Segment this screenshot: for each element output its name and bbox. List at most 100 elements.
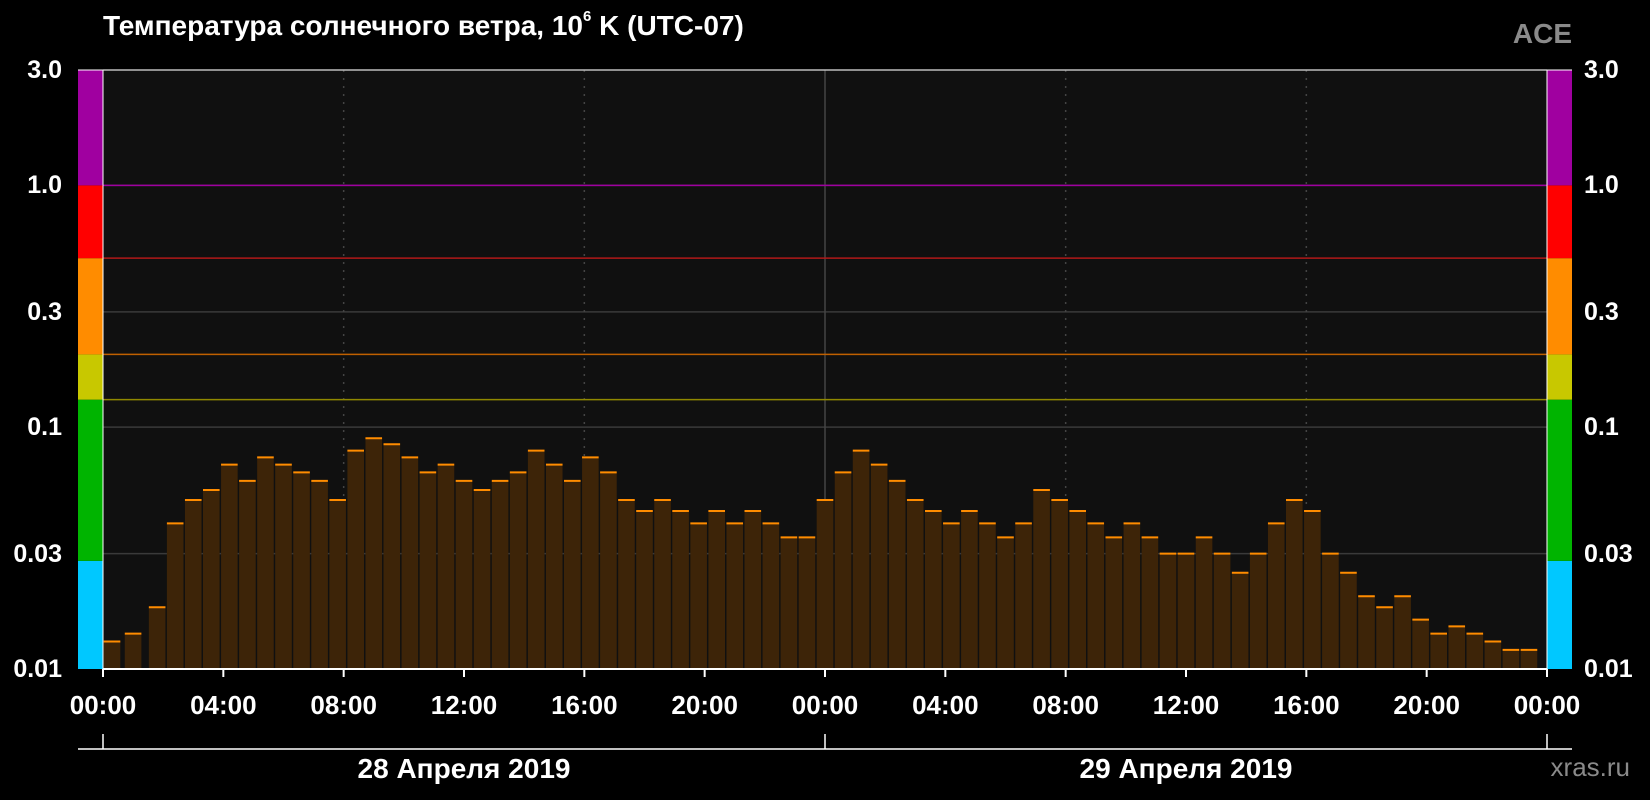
temperature-bar (401, 457, 419, 669)
temperature-bar (780, 537, 798, 669)
temperature-bar (1087, 523, 1105, 669)
temperature-bar (1502, 649, 1520, 669)
y-tick-label-right: 0.01 (1584, 655, 1633, 683)
temperature-bar (961, 511, 978, 669)
temperature-bar (383, 444, 401, 669)
scale-band-left (78, 70, 103, 186)
temperature-bar (1249, 553, 1267, 669)
temperature-bar (1394, 596, 1411, 669)
temperature-bar (455, 480, 473, 669)
y-tick-label-left: 0.03 (13, 539, 62, 568)
temperature-bar (563, 480, 581, 669)
temperature-bar (1358, 596, 1375, 669)
scale-band-right (1547, 70, 1572, 186)
y-tick-label-right: 1.0 (1584, 171, 1619, 200)
temperature-bar (1376, 607, 1393, 669)
temperature-bar (293, 472, 310, 669)
temperature-bar (618, 499, 635, 669)
temperature-bar (1015, 523, 1032, 669)
scale-band-right (1547, 258, 1572, 355)
temperature-bar (979, 523, 996, 669)
temperature-bar (726, 523, 744, 669)
date-label: 29 Апреля 2019 (1079, 753, 1293, 784)
chart-title: Температура солнечного ветра, 106 K (UTC… (103, 7, 744, 42)
temperature-bar (148, 607, 166, 669)
temperature-bar (1484, 641, 1502, 669)
x-tick-label: 12:00 (1152, 690, 1220, 720)
temperature-bar (419, 472, 437, 669)
temperature-bar (888, 480, 906, 669)
scale-band-left (78, 399, 103, 561)
scale-band-right (1547, 399, 1572, 561)
temperature-bar (582, 457, 599, 669)
temperature-bar (1267, 523, 1285, 669)
x-tick-label: 20:00 (671, 690, 738, 720)
x-tick-label: 12:00 (430, 690, 498, 720)
x-tick-label: 16:00 (1273, 690, 1340, 720)
x-tick-label: 00:00 (69, 690, 137, 720)
temperature-bar (1141, 537, 1159, 669)
temperature-bar (1285, 499, 1303, 669)
date-label: 28 Апреля 2019 (357, 753, 571, 784)
temperature-bar (545, 464, 563, 669)
scale-band-left (78, 258, 103, 355)
scale-band-left (78, 560, 103, 669)
temperature-bar (184, 499, 202, 669)
temperature-bar (275, 464, 292, 669)
y-tick-label-left: 0.1 (27, 413, 62, 442)
temperature-bar (943, 523, 960, 669)
temperature-bar (1177, 553, 1195, 669)
temperature-bar (906, 499, 924, 669)
chart-title-exponent: 6 (583, 7, 592, 25)
temperature-bar (1340, 572, 1357, 669)
temperature-bar (1466, 633, 1484, 669)
temperature-bar (654, 499, 671, 669)
temperature-bar (347, 450, 365, 669)
y-tick-label-right: 0.1 (1584, 413, 1619, 442)
x-tick-label: 00:00 (1513, 690, 1581, 720)
temperature-bar (816, 499, 834, 669)
temperature-bar (1051, 499, 1068, 669)
temperature-bar (527, 450, 545, 669)
x-tick-label: 08:00 (310, 690, 377, 720)
y-tick-label-left: 3.0 (27, 56, 62, 84)
temperature-bar (1069, 511, 1087, 669)
temperature-bar (600, 472, 617, 669)
temperature-bar (1231, 572, 1249, 669)
temperature-bar (870, 464, 888, 669)
temperature-bar (221, 464, 238, 669)
scale-band-right (1547, 185, 1572, 259)
temperature-bar (1430, 633, 1448, 669)
temperature-bar (257, 457, 274, 669)
y-tick-label-right: 0.3 (1584, 297, 1619, 326)
temperature-bar (1105, 537, 1123, 669)
scale-band-right (1547, 354, 1572, 400)
temperature-bar (852, 450, 870, 669)
temperature-bar (509, 472, 527, 669)
temperature-bar (1195, 537, 1213, 669)
x-tick-label: 08:00 (1032, 690, 1099, 720)
temperature-bar (1213, 553, 1231, 669)
temperature-bar (1304, 511, 1321, 669)
x-tick-label: 04:00 (912, 690, 979, 720)
temperature-bar (997, 537, 1014, 669)
y-tick-label-right: 0.03 (1584, 539, 1633, 568)
temperature-bar (491, 480, 509, 669)
temperature-bar (744, 511, 762, 669)
temperature-bar (672, 511, 689, 669)
x-tick-label: 00:00 (791, 690, 859, 720)
temperature-bar (762, 523, 780, 669)
x-tick-label: 04:00 (190, 690, 257, 720)
temperature-bar (103, 641, 121, 669)
temperature-bar (365, 438, 383, 669)
temperature-bar (473, 489, 491, 669)
temperature-bar (798, 537, 816, 669)
temperature-bar (124, 633, 142, 669)
temperature-bar (1123, 523, 1141, 669)
x-tick-label: 16:00 (551, 690, 618, 720)
temperature-bar (202, 489, 220, 669)
scale-band-left (78, 185, 103, 259)
scale-band-left (78, 354, 103, 400)
y-tick-label-left: 0.01 (13, 655, 62, 683)
temperature-bar (239, 480, 256, 669)
